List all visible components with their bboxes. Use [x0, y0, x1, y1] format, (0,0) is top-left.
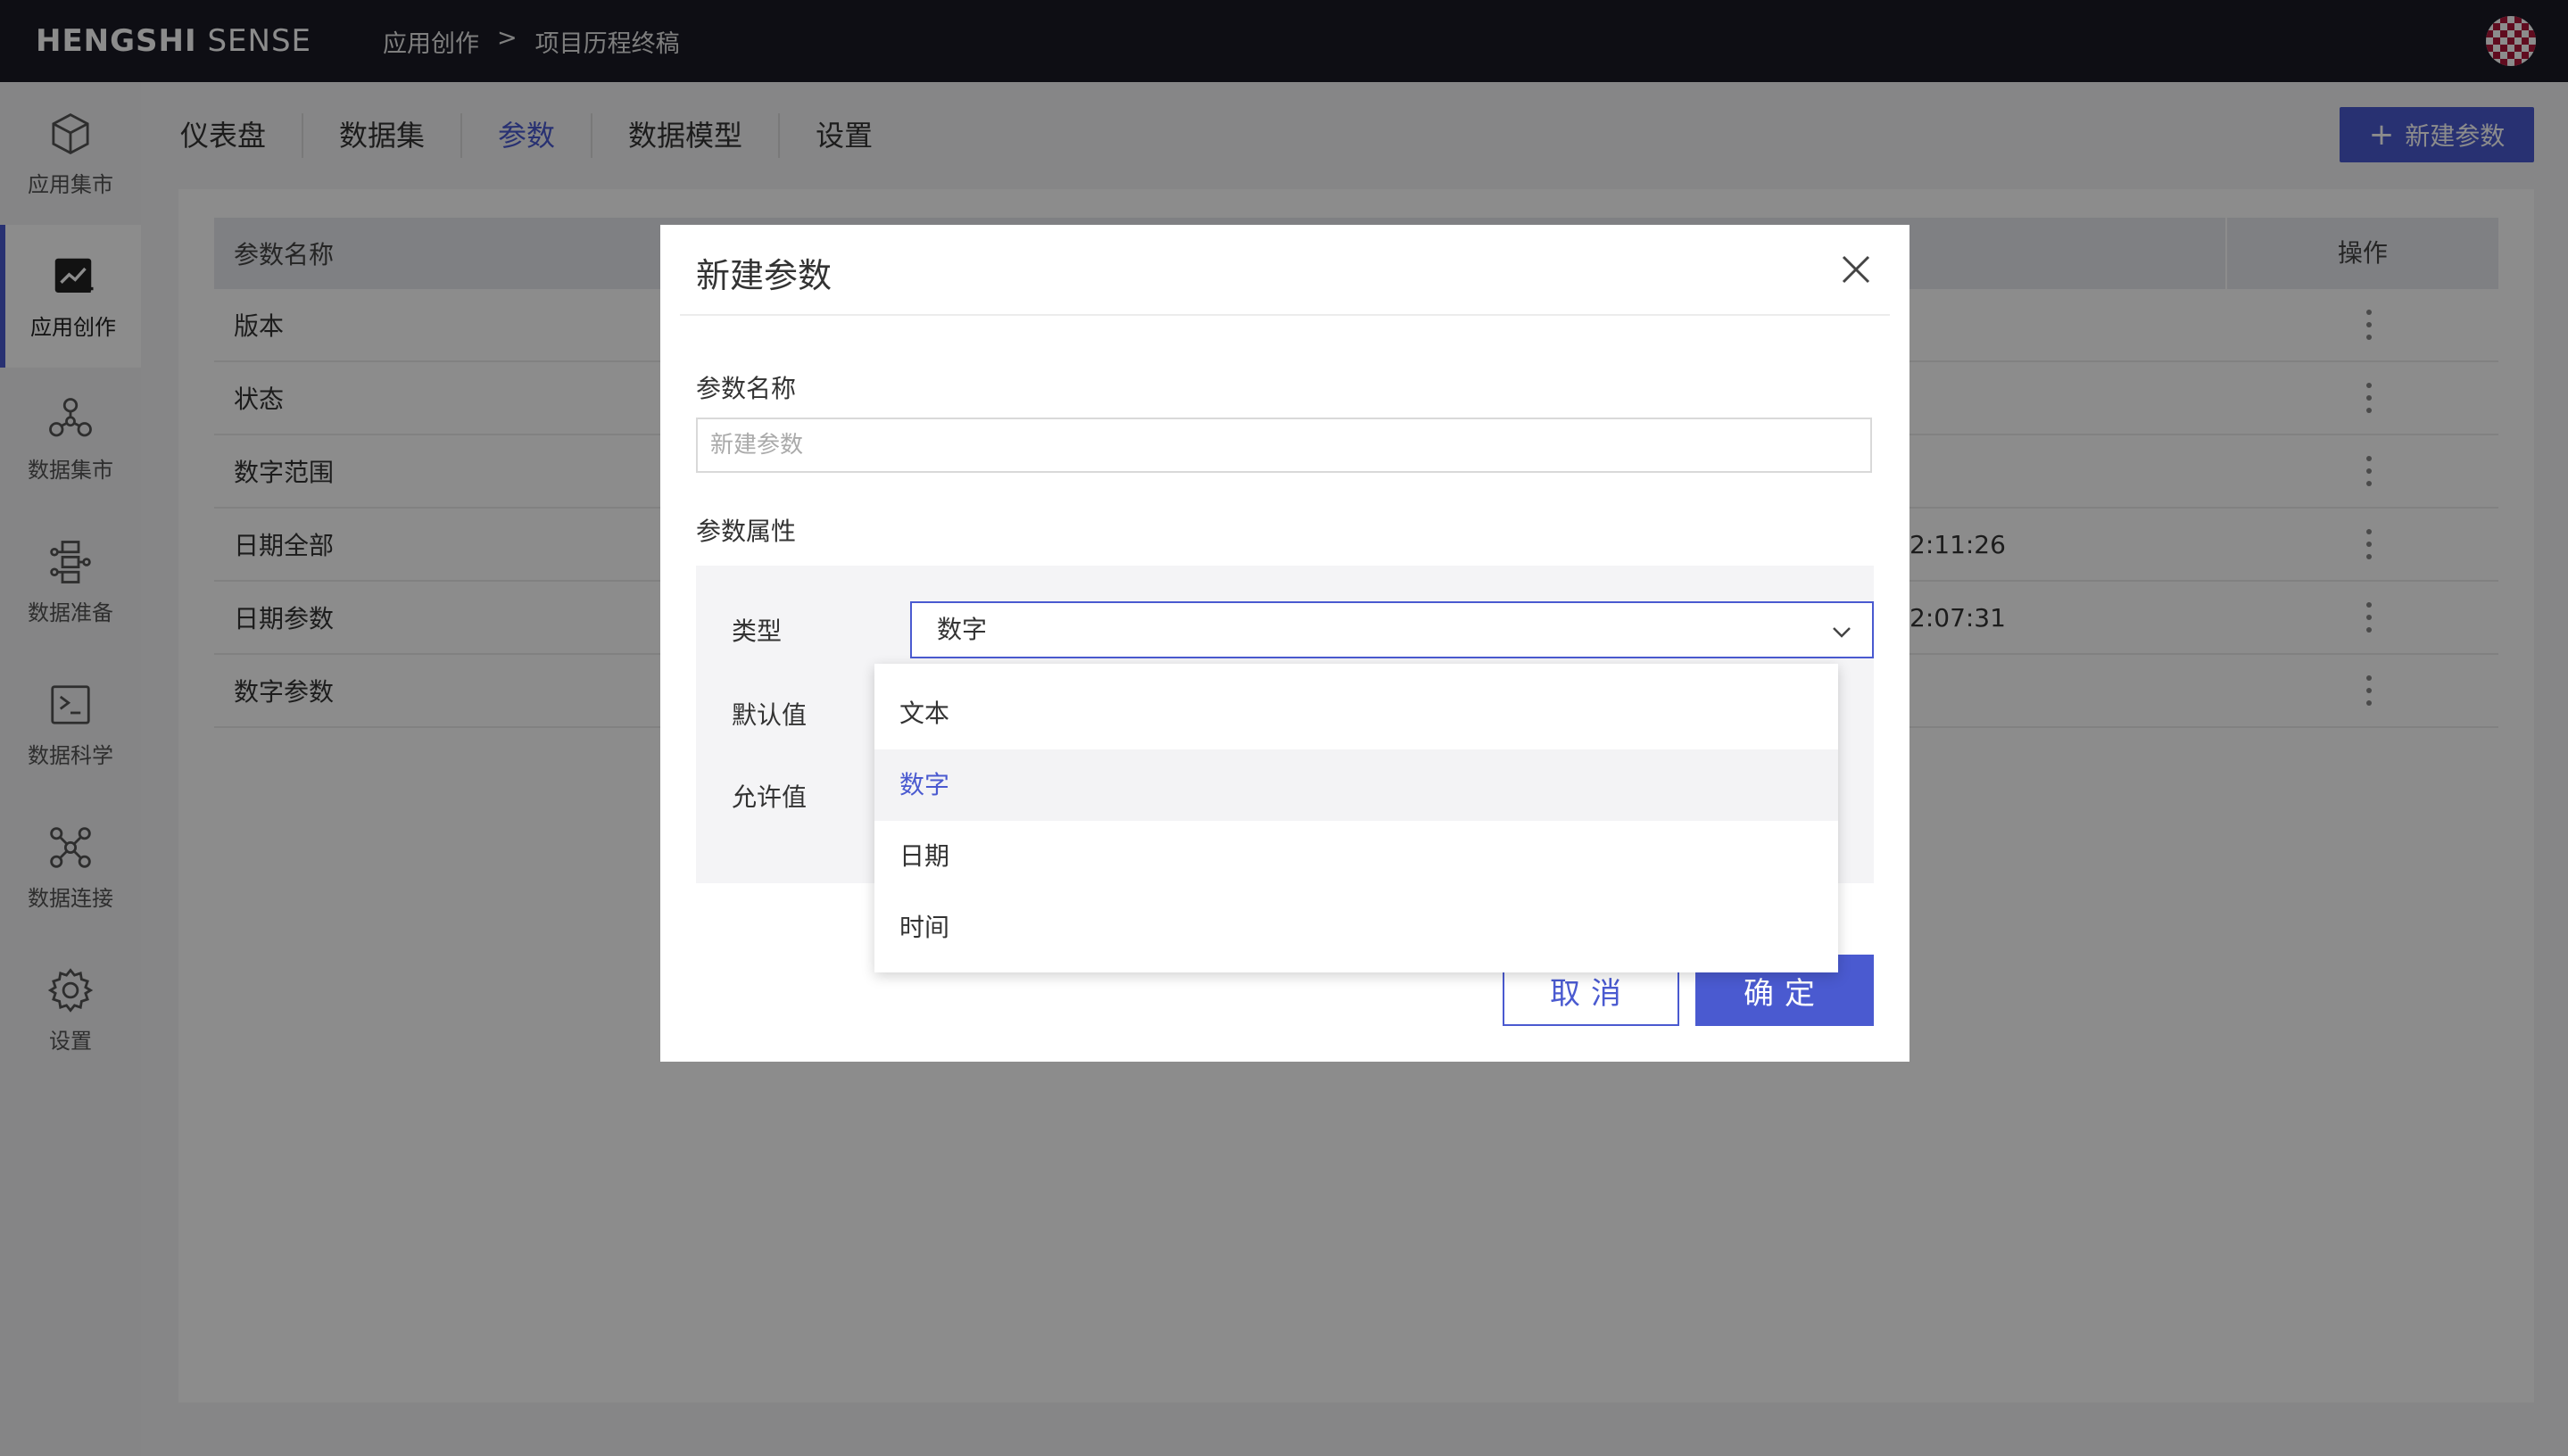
type-label: 类型	[732, 616, 783, 646]
allowed-label: 允许值	[732, 782, 808, 812]
type-select[interactable]: 数字	[910, 601, 1874, 658]
option-time[interactable]: 时间	[874, 892, 1838, 964]
type-select-value: 数字	[937, 615, 988, 644]
option-date[interactable]: 日期	[874, 821, 1838, 892]
option-number[interactable]: 数字	[874, 749, 1838, 821]
option-text[interactable]: 文本	[874, 678, 1838, 749]
parameter-name-input[interactable]	[696, 418, 1872, 473]
default-label: 默认值	[732, 700, 808, 730]
close-icon[interactable]	[1838, 252, 1874, 287]
type-dropdown: 文本 数字 日期 时间	[874, 664, 1838, 972]
dialog-title: 新建参数	[696, 256, 833, 295]
chevron-down-icon	[1833, 627, 1851, 638]
name-label: 参数名称	[696, 374, 797, 403]
props-label: 参数属性	[696, 517, 797, 546]
divider	[680, 314, 1890, 316]
